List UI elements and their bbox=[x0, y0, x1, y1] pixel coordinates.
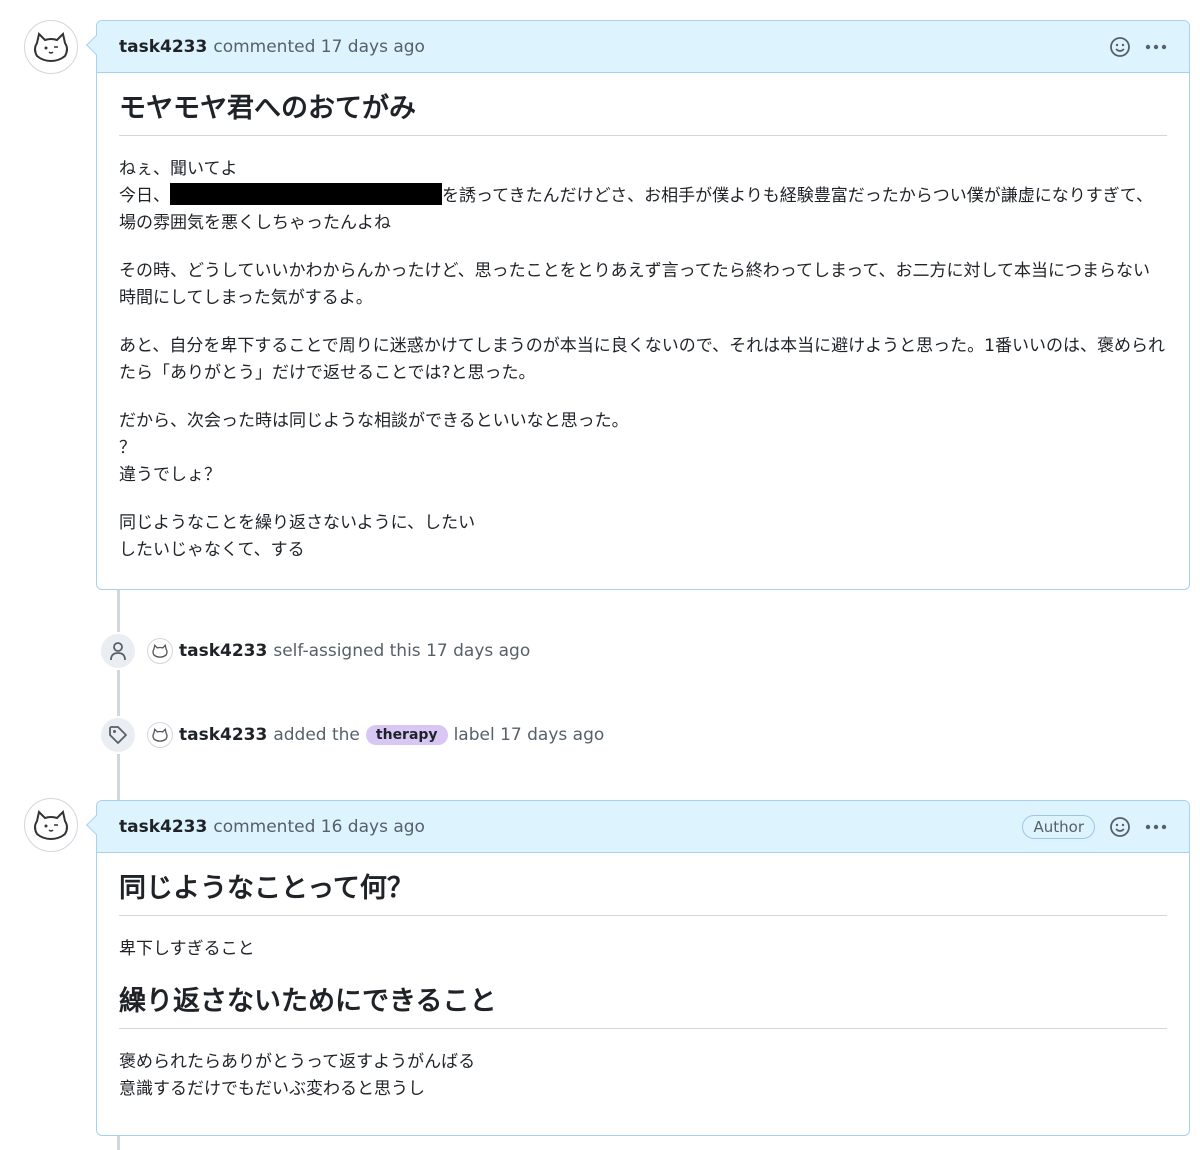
text-line: 褒められたらありがとうって返すようがんばる bbox=[119, 1052, 476, 1072]
cat-avatar-icon bbox=[34, 32, 68, 63]
comment-header: task4233 commented 16 days ago Author bbox=[97, 801, 1189, 853]
redaction-bar bbox=[170, 183, 442, 205]
paragraph: その時、どうしていいかわからんかったけど、思ったことをとりあえず言ってたら終わっ… bbox=[119, 261, 1151, 308]
author-badge: Author bbox=[1022, 814, 1095, 839]
event-text: self-assigned this 17 days ago bbox=[273, 641, 531, 661]
comment-body: モヤモヤ君へのおてがみ ねぇ、聞いてよ 今日、 を誘ってきたんだけどさ、お相手が僕… bbox=[97, 73, 1189, 582]
comment-heading: モヤモヤ君へのおてがみ bbox=[119, 91, 1167, 136]
label-therapy[interactable]: therapy bbox=[365, 725, 448, 745]
text-line: ？ bbox=[119, 438, 136, 458]
avatar[interactable] bbox=[24, 20, 78, 74]
text-line: 意識するだけでもだいぶ変わると思うし bbox=[119, 1079, 425, 1099]
event-actor[interactable]: task4233 bbox=[179, 725, 267, 745]
comment-heading: 同じようなことって何？ bbox=[119, 871, 1167, 916]
comment-card: task4233 commented 17 days ago モヤモヤ君へのおて… bbox=[86, 20, 1190, 590]
comment-actions: Author bbox=[1022, 814, 1167, 839]
comment-body: 同じようなことって何？ 卑下しすぎること 繰り返さないためにできること 褒められ… bbox=[97, 853, 1189, 1121]
mini-avatar[interactable] bbox=[147, 722, 173, 748]
paragraph: ねぇ、聞いてよ 今日、 を誘ってきたんだけどさ、お相手が僕よりも経験豊富だったから… bbox=[119, 156, 1167, 237]
text-line: 違うでしょ？ bbox=[119, 465, 221, 485]
comment-author[interactable]: task4233 bbox=[119, 817, 207, 837]
person-icon bbox=[99, 632, 137, 670]
comment-timestamp[interactable]: commented 16 days ago bbox=[213, 817, 425, 837]
text-line: したいじゃなくて、する bbox=[119, 540, 305, 560]
event-actor[interactable]: task4233 bbox=[179, 641, 267, 661]
comment-heading: 繰り返さないためにできること bbox=[119, 984, 1167, 1029]
smiley-icon[interactable] bbox=[1109, 36, 1131, 58]
cat-avatar-icon bbox=[34, 810, 68, 841]
comment-header: task4233 commented 17 days ago bbox=[97, 21, 1189, 73]
avatar[interactable] bbox=[24, 798, 78, 852]
smiley-icon[interactable] bbox=[1109, 816, 1131, 838]
text-line: だから、次会った時は同じような相談ができるといいなと思った。 bbox=[119, 411, 629, 431]
event-text: added the bbox=[273, 725, 360, 745]
text-line: ねぇ、聞いてよ bbox=[119, 159, 238, 179]
comment-author[interactable]: task4233 bbox=[119, 37, 207, 57]
timeline-event-assigned: task4233 self-assigned this 17 days ago bbox=[99, 632, 530, 670]
text-line: 同じようなことを繰り返さないように、したい bbox=[119, 513, 476, 533]
comment-actions bbox=[1109, 36, 1167, 58]
mini-avatar[interactable] bbox=[147, 638, 173, 664]
timeline-event-labeled: task4233 added the therapy label 17 days… bbox=[99, 716, 604, 754]
comment-card: task4233 commented 16 days ago Author 同じ… bbox=[86, 800, 1190, 1136]
paragraph: あと、自分を卑下することで周りに迷惑かけてしまうのが本当に良くないので、それは本… bbox=[119, 336, 1165, 383]
text-line: 今日、 bbox=[119, 186, 170, 206]
paragraph: 褒められたらありがとうって返すようがんばる 意識するだけでもだいぶ変わると思うし bbox=[119, 1049, 1167, 1103]
comment-timestamp[interactable]: commented 17 days ago bbox=[213, 37, 425, 57]
kebab-menu-icon[interactable] bbox=[1145, 824, 1167, 830]
paragraph: 卑下しすぎること bbox=[119, 939, 255, 959]
kebab-menu-icon[interactable] bbox=[1145, 44, 1167, 50]
tag-icon bbox=[99, 716, 137, 754]
event-text: label 17 days ago bbox=[453, 725, 605, 745]
paragraph: 同じようなことを繰り返さないように、したい したいじゃなくて、する bbox=[119, 510, 1167, 564]
paragraph: だから、次会った時は同じような相談ができるといいなと思った。 ？ 違うでしょ？ bbox=[119, 408, 1167, 489]
